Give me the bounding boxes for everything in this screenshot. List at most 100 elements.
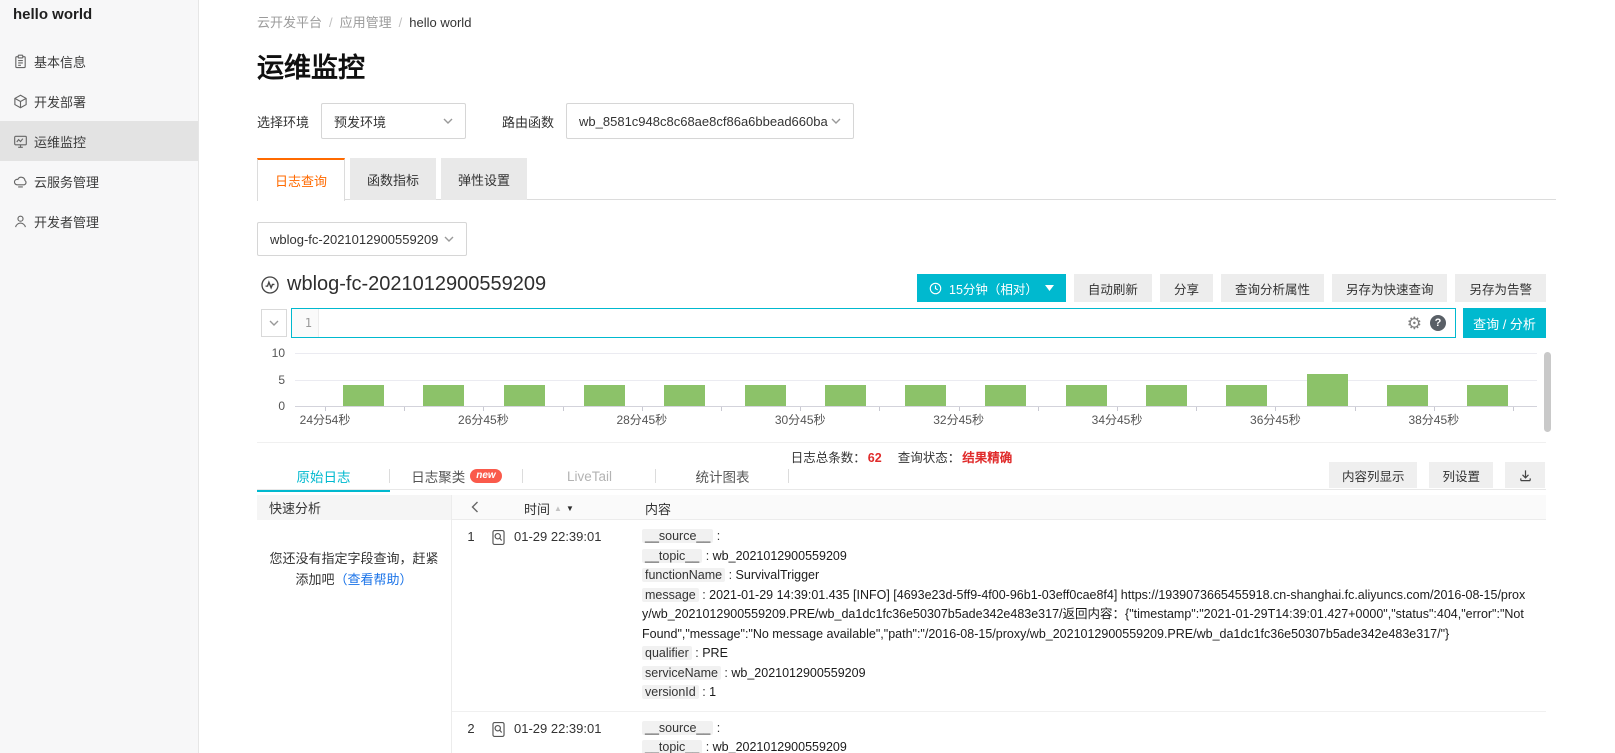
chart-bar[interactable] [825, 385, 866, 406]
log-field-key[interactable]: qualifier [642, 646, 692, 660]
vertical-scrollbar[interactable] [1544, 352, 1551, 432]
log-field-key[interactable]: __topic__ [642, 549, 702, 563]
gridline [295, 353, 1537, 354]
sort-asc-icon[interactable]: ▲ [554, 505, 562, 513]
log-field-value: wb_2021012900559209 [731, 666, 865, 680]
sort-desc-icon[interactable]: ▼ [566, 505, 574, 513]
result-tab[interactable]: 统计图表 [656, 462, 789, 490]
chevron-down-icon [269, 320, 279, 327]
log-field-key[interactable]: functionName [642, 568, 725, 582]
query-status-value: 结果精确 [962, 451, 1012, 465]
chart-bar[interactable] [584, 385, 625, 406]
row-index: 2 [452, 719, 490, 753]
chart-bar[interactable] [423, 385, 464, 406]
axis-tick [1196, 407, 1197, 411]
x-tick-label: 32分45秒 [933, 411, 984, 428]
axis-tick [1038, 407, 1039, 411]
route-function-select[interactable]: wb_8581c948c8c68ae8cf86a6bbead660ba [566, 103, 854, 139]
log-field-value: 2021-01-29 14:39:01.435 [INFO] [4693e23d… [642, 588, 1525, 641]
panel-action-button[interactable]: 分享 [1160, 274, 1213, 302]
log-rows: 101-29 22:39:01__source__ : __topic__ : … [452, 520, 1546, 753]
panel-action-button[interactable]: 另存为告警 [1455, 274, 1546, 302]
sidebar-item[interactable]: 开发者管理 [0, 201, 198, 241]
log-table-body: 您还没有指定字段查询，赶紧 添加吧（查看帮助） 101-29 22:39:01_… [257, 520, 1546, 753]
quick-analysis-empty: 您还没有指定字段查询，赶紧 添加吧（查看帮助） [257, 548, 451, 590]
log-field-value: SurvivalTrigger [736, 568, 820, 582]
sidebar-item[interactable]: 运维监控 [0, 121, 198, 161]
chart-bar[interactable] [1226, 385, 1267, 406]
sidebar-item[interactable]: 云服务管理 [0, 161, 198, 201]
log-field-key[interactable]: message [642, 588, 699, 602]
log-field-key[interactable]: __source__ [642, 529, 713, 543]
chevron-down-icon [831, 118, 841, 125]
sidebar: hello world 基本信息开发部署运维监控云服务管理开发者管理 [0, 0, 199, 753]
row-content: __source__ : __topic__ : wb_202101290055… [642, 527, 1546, 703]
sidebar-item[interactable]: 基本信息 [0, 41, 198, 81]
chart-y-axis: 0510 [257, 353, 287, 406]
log-total-label: 日志总条数： [791, 451, 866, 465]
chart-bar[interactable] [504, 385, 545, 406]
result-tab[interactable]: 原始日志 [257, 462, 390, 490]
time-range-button[interactable]: 15分钟（相对） [917, 274, 1066, 302]
result-action-button[interactable]: 列设置 [1429, 462, 1493, 488]
breadcrumb-current: hello world [409, 15, 471, 30]
chart-bar[interactable] [664, 385, 705, 406]
tab[interactable]: 日志查询 [257, 158, 345, 201]
chart-plot: 24分54秒26分45秒28分45秒30分45秒32分45秒34分45秒36分4… [295, 353, 1537, 406]
collapse-panel-button[interactable] [471, 501, 479, 513]
x-tick-label: 38分45秒 [1408, 411, 1459, 428]
run-query-button[interactable]: 查询 / 分析 [1463, 308, 1546, 338]
log-field-key[interactable]: __topic__ [642, 740, 702, 753]
axis-tick [1355, 407, 1356, 411]
panel-action-button[interactable]: 另存为快速查询 [1332, 274, 1448, 302]
chart-bar[interactable] [745, 385, 786, 406]
log-detail-button[interactable] [490, 527, 514, 703]
panel-action-button[interactable]: 查询分析属性 [1221, 274, 1324, 302]
tab[interactable]: 弹性设置 [441, 158, 527, 200]
log-field-key[interactable]: __source__ [642, 721, 713, 735]
chart-bar[interactable] [343, 385, 384, 406]
x-axis-line [295, 406, 1537, 407]
x-tick-label: 28分45秒 [616, 411, 667, 428]
log-field: __topic__ : wb_2021012900559209 [642, 547, 1530, 567]
panel-action-button[interactable]: 自动刷新 [1074, 274, 1152, 302]
view-help-link[interactable]: （查看帮助） [335, 572, 413, 587]
download-button[interactable] [1505, 462, 1545, 488]
chart-bar[interactable] [1387, 385, 1428, 406]
chart-bar[interactable] [905, 385, 946, 406]
log-field-value: 1 [709, 685, 716, 699]
log-field: message : 2021-01-29 14:39:01.435 [INFO]… [642, 586, 1530, 645]
download-icon [1518, 468, 1533, 483]
gear-icon[interactable]: ⚙ [1407, 315, 1422, 332]
content-column-header: 内容 [645, 499, 671, 518]
chart-bar[interactable] [985, 385, 1026, 406]
log-field-key[interactable]: versionId [642, 685, 699, 699]
sidebar-item[interactable]: 开发部署 [0, 81, 198, 121]
cube-icon [13, 94, 34, 109]
breadcrumb-item[interactable]: 云开发平台 [257, 15, 322, 30]
result-action-button[interactable]: 内容列显示 [1329, 462, 1418, 488]
log-detail-button[interactable] [490, 719, 514, 753]
chart-bar[interactable] [1066, 385, 1107, 406]
query-expand-button[interactable] [261, 309, 287, 337]
axis-tick [563, 407, 564, 411]
axis-tick [404, 407, 405, 411]
chart-bar[interactable] [1307, 374, 1348, 406]
log-table-header: 快速分析 时间 ▲▼ 内容 [257, 495, 1546, 520]
table-row: 101-29 22:39:01__source__ : __topic__ : … [452, 520, 1546, 712]
tab[interactable]: 函数指标 [350, 158, 436, 200]
logstore-select[interactable]: wblog-fc-2021012900559209 [257, 222, 467, 256]
panel-actions: 15分钟（相对） 自动刷新分享查询分析属性另存为快速查询另存为告警 [917, 274, 1546, 302]
x-tick-label: 36分45秒 [1250, 411, 1301, 428]
env-select[interactable]: 预发环境 [321, 103, 466, 139]
log-field-key[interactable]: serviceName [642, 666, 721, 680]
result-tab[interactable]: LiveTail [523, 462, 656, 490]
help-icon[interactable]: ? [1430, 315, 1446, 331]
breadcrumb-item[interactable]: 应用管理 [340, 15, 392, 30]
chart-bar[interactable] [1467, 385, 1508, 406]
gridline [295, 380, 1537, 381]
result-tab[interactable]: 日志聚类new [390, 462, 523, 490]
query-input[interactable] [319, 309, 1407, 337]
chart-bar[interactable] [1146, 385, 1187, 406]
y-tick-label: 5 [278, 373, 285, 387]
